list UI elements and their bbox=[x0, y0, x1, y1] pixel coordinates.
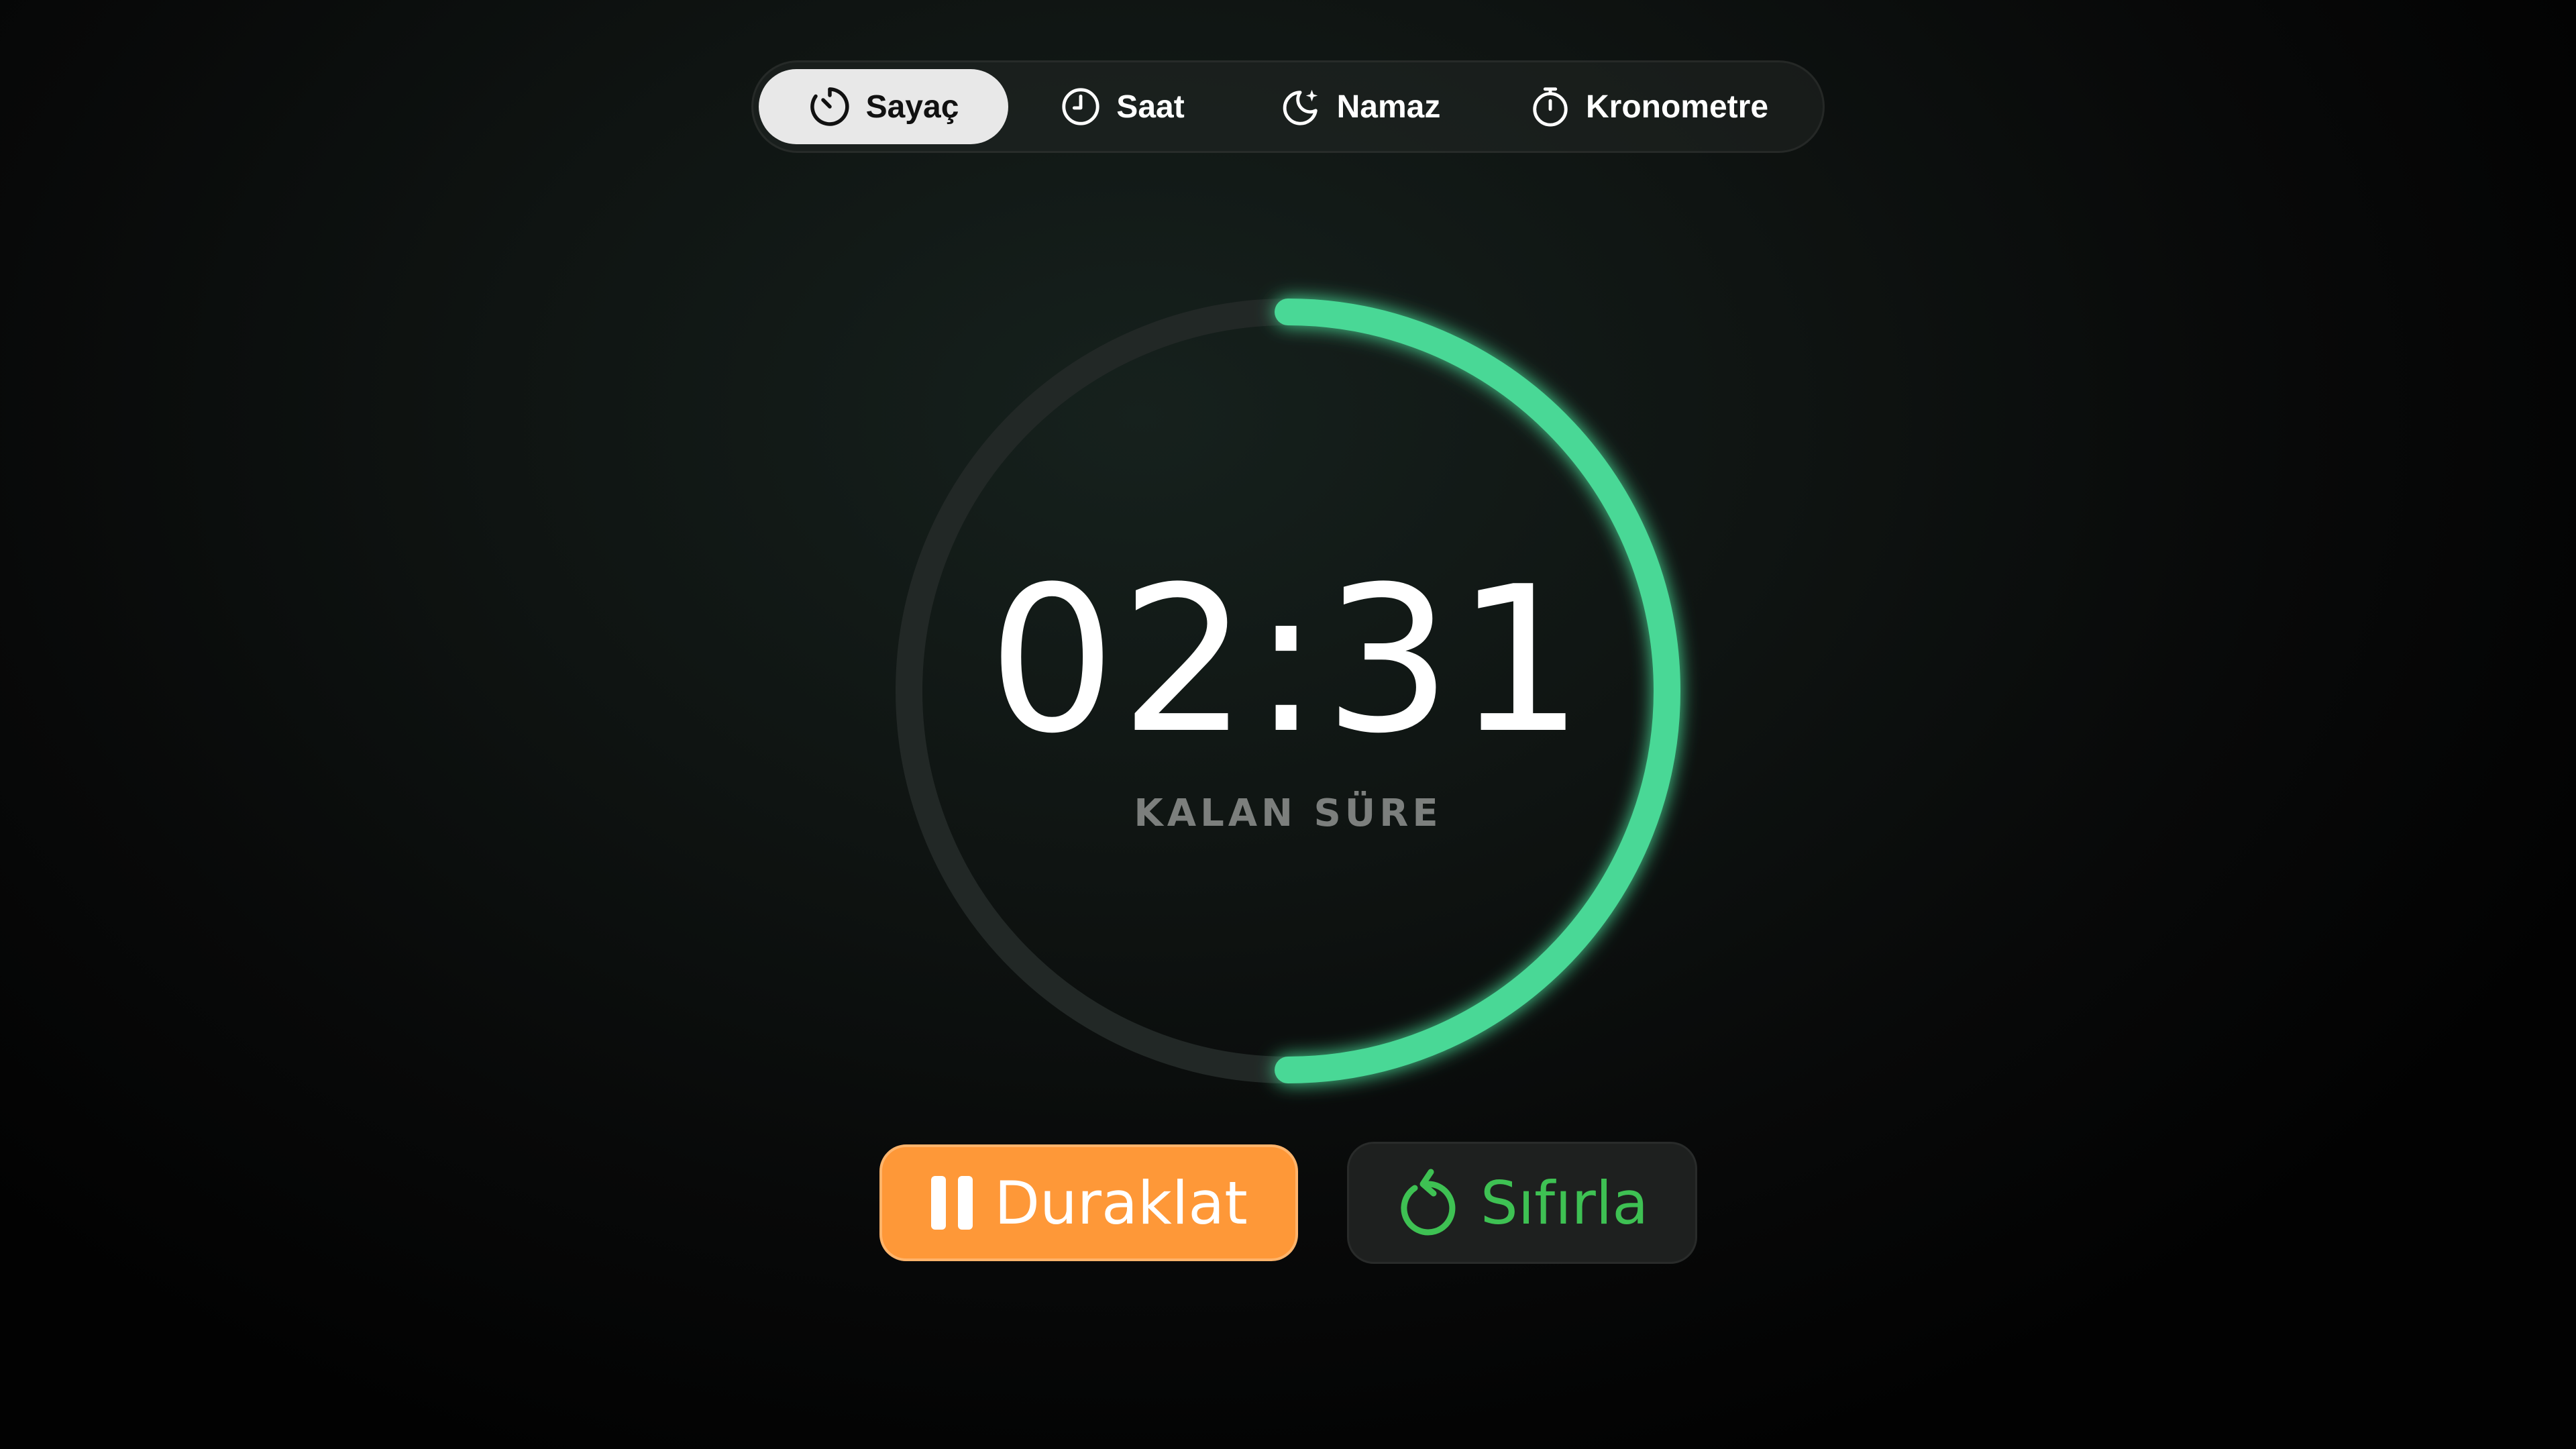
reset-button[interactable]: Sıfırla bbox=[1347, 1142, 1697, 1264]
pause-icon bbox=[931, 1176, 973, 1230]
pause-button-label: Duraklat bbox=[994, 1168, 1248, 1238]
reset-icon bbox=[1401, 1169, 1456, 1236]
remaining-time: 02:31 bbox=[987, 543, 1589, 777]
reset-button-label: Sıfırla bbox=[1480, 1168, 1649, 1238]
pause-button[interactable]: Duraklat bbox=[879, 1144, 1298, 1261]
remaining-time-label: KALAN SÜRE bbox=[1134, 792, 1442, 835]
